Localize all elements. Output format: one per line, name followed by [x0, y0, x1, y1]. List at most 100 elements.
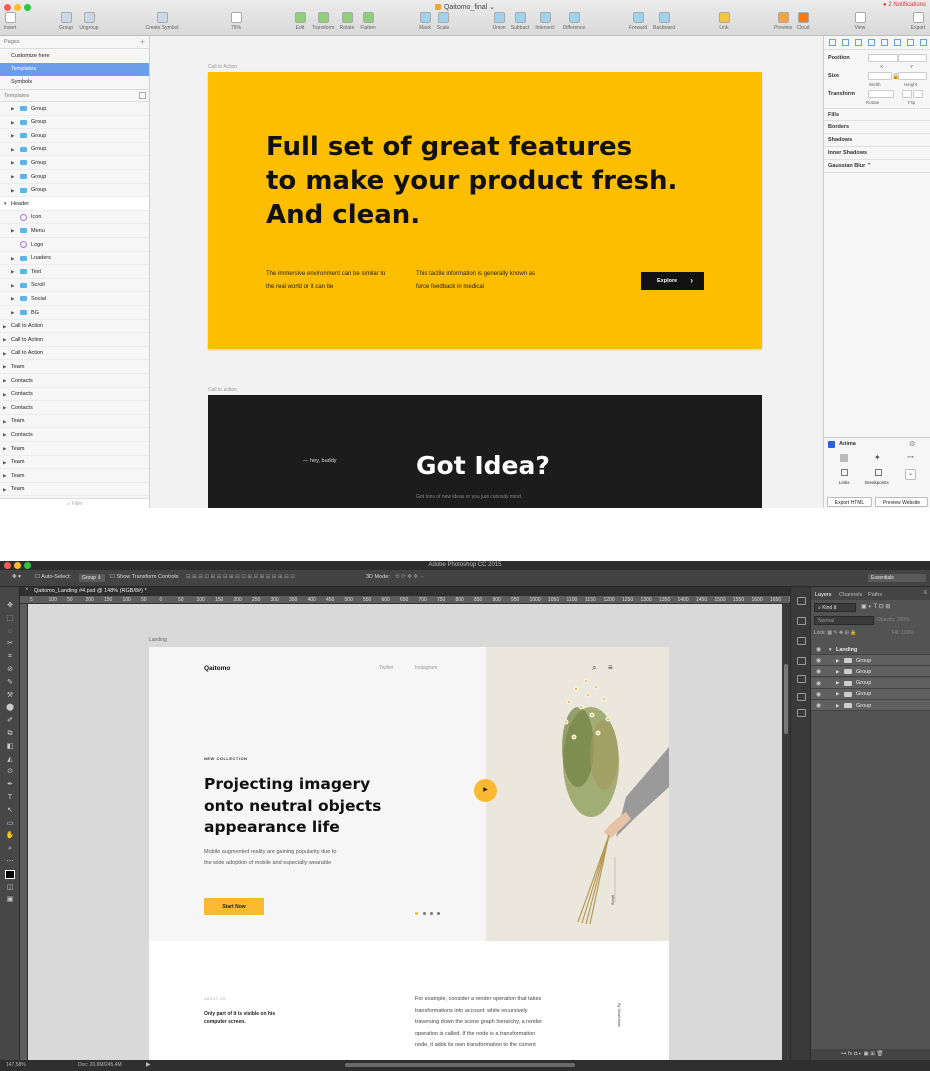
disclosure-triangle-icon[interactable]: ▶: [11, 147, 14, 153]
type-tool-icon[interactable]: T: [5, 793, 15, 802]
inner-shadows-section[interactable]: Inner Shadows: [824, 147, 930, 160]
visibility-eye-icon[interactable]: ◉: [816, 668, 821, 675]
layer-row[interactable]: ▶ Group: [0, 183, 149, 198]
disclosure-triangle-icon[interactable]: ▼: [828, 647, 832, 652]
artboard-label[interactable]: Call to action: [208, 387, 237, 393]
layer-row[interactable]: ▶ BG: [0, 306, 149, 320]
visibility-eye-icon[interactable]: ◉: [816, 680, 821, 687]
layer-row-group[interactable]: ◉ ▶ Group: [811, 700, 930, 711]
move-tool-icon[interactable]: ✥ ▾: [12, 574, 21, 580]
create-symbol-toolbar-button[interactable]: Create Symbol: [142, 12, 182, 31]
libraries-icon[interactable]: [797, 637, 806, 645]
layer-row[interactable]: ▶ Loaders: [0, 251, 149, 266]
link-toolbar-button[interactable]: Link: [704, 12, 744, 31]
scroll-label[interactable]: Scroll: [610, 895, 615, 905]
collapse-icon[interactable]: [139, 92, 146, 99]
layer-row-group[interactable]: ◉ ▶ Group: [811, 677, 930, 689]
properties-icon[interactable]: [797, 617, 806, 625]
disclosure-triangle-icon[interactable]: ▶: [11, 283, 14, 289]
ungroup-toolbar-button[interactable]: Ungroup: [69, 12, 109, 31]
layer-row[interactable]: ▶ Team: [0, 482, 149, 497]
zoom-tool-icon[interactable]: ⌕: [5, 844, 15, 853]
layer-row[interactable]: Icon: [0, 210, 149, 225]
minimize-window-button[interactable]: [14, 562, 21, 569]
gaussian-blur-section[interactable]: Gaussian Blur ⌃: [824, 160, 930, 173]
adjustments-icon[interactable]: [797, 657, 806, 665]
disclosure-triangle-icon[interactable]: ▶: [3, 405, 6, 411]
nav-twitter[interactable]: Twitter: [379, 665, 394, 671]
layer-row[interactable]: ▶ Scroll: [0, 278, 149, 293]
layer-row[interactable]: ▶ Contacts: [0, 428, 149, 442]
disclosure-triangle-icon[interactable]: ▶: [11, 310, 14, 316]
layer-row[interactable]: ▶ Team: [0, 442, 149, 456]
shape-tool-icon[interactable]: ▭: [5, 819, 15, 828]
horizontal-scroll-thumb[interactable]: [345, 1063, 575, 1067]
layer-row[interactable]: ▶ Social: [0, 292, 149, 306]
layer-row[interactable]: ▶ Contacts: [0, 387, 149, 402]
view-toolbar-button[interactable]: View: [840, 12, 880, 31]
disclosure-triangle-icon[interactable]: ▶: [836, 658, 839, 664]
eyedropper-tool-icon[interactable]: ⊘: [5, 665, 15, 674]
disclosure-triangle-icon[interactable]: ▶: [3, 351, 6, 357]
document-canvas[interactable]: Landing Qaitomo Twitter Instagram NEW CO…: [28, 604, 782, 1060]
expand-button[interactable]: ⌄: [905, 469, 916, 480]
disclosure-triangle-icon[interactable]: ▶: [11, 256, 14, 262]
history-brush-icon[interactable]: ✐: [5, 716, 15, 725]
page-item[interactable]: Symbols: [0, 76, 149, 89]
brush-icon[interactable]: [797, 675, 806, 683]
layer-row[interactable]: ▼ Header: [0, 197, 149, 211]
history-icon[interactable]: [797, 597, 806, 605]
layer-row[interactable]: ▶ Call to Action: [0, 319, 149, 334]
auto-select-dropdown[interactable]: Group ⇕: [79, 574, 105, 582]
path-select-icon[interactable]: ↖: [5, 806, 15, 815]
layer-row-group[interactable]: ◉ ▶ Group: [811, 655, 930, 667]
disclosure-triangle-icon[interactable]: ▶: [836, 669, 839, 675]
sketch-canvas[interactable]: Call to Action Full set of great feature…: [150, 36, 823, 508]
align-bottom-icon[interactable]: [894, 39, 901, 46]
disclosure-triangle-icon[interactable]: ▶: [11, 269, 14, 275]
document-tab[interactable]: × Qaitomo_Landing #4.psd @ 148% (RGB/8#)…: [20, 587, 790, 596]
brush-tool-icon[interactable]: ⚒: [5, 691, 15, 700]
layer-row[interactable]: ▶ Group: [0, 102, 149, 116]
kind-filter-dropdown[interactable]: ⌕ Kind ⇕: [814, 603, 856, 612]
disclosure-triangle-icon[interactable]: ▶: [3, 392, 6, 398]
layer-row[interactable]: ▶ Team: [0, 360, 149, 374]
stamp-tool-icon[interactable]: ⬤: [5, 703, 15, 712]
visibility-eye-icon[interactable]: ◉: [816, 691, 821, 698]
align-buttons[interactable]: ⊟ ⊞ ⊟ ⊡ ⊞ ⊟ ⊟ ⊞ ⊟ ⊡ ⊞ ⊟ ⊞ ⊟ ⊟ ⊞ ⊟ ⊡: [186, 574, 295, 580]
fills-section[interactable]: Fills: [824, 108, 930, 121]
disclosure-triangle-icon[interactable]: ▶: [3, 487, 6, 493]
blend-mode-dropdown[interactable]: Normal: [814, 616, 874, 625]
borders-section[interactable]: Borders: [824, 121, 930, 134]
rotate-field[interactable]: [868, 90, 894, 98]
disclosure-triangle-icon[interactable]: ▶: [3, 364, 6, 370]
align-right-icon[interactable]: [855, 39, 862, 46]
start-now-button[interactable]: Start Now: [204, 898, 264, 915]
tab-channels[interactable]: Channels: [839, 592, 862, 598]
shadows-section[interactable]: Shadows: [824, 134, 930, 147]
backward-toolbar-button[interactable]: Backward: [644, 12, 684, 31]
align-center-icon[interactable]: [842, 39, 849, 46]
disclosure-triangle-icon[interactable]: ▶: [3, 324, 6, 330]
x-field[interactable]: [868, 54, 898, 62]
disclosure-triangle-icon[interactable]: ▶: [3, 419, 6, 425]
show-transform-checkbox[interactable]: ☐ Show Transform Controls: [110, 574, 179, 580]
align-top-icon[interactable]: [868, 39, 875, 46]
distribute-icon[interactable]: [907, 39, 914, 46]
disclosure-triangle-icon[interactable]: ▶: [3, 460, 6, 466]
filter-icons[interactable]: ▣ ◐ T ⊡ ⊞: [861, 603, 890, 610]
tab-layers[interactable]: Layers: [815, 592, 832, 598]
healing-tool-icon[interactable]: ✎: [5, 678, 15, 687]
distribute-vertical-icon[interactable]: [920, 39, 927, 46]
add-page-icon[interactable]: +: [140, 37, 145, 47]
paragraph-icon[interactable]: [797, 709, 806, 717]
insert-toolbar-button[interactable]: Insert: [0, 12, 30, 31]
visibility-eye-icon[interactable]: ◉: [816, 646, 821, 653]
slider-dot[interactable]: [423, 912, 426, 915]
hand-tool-icon[interactable]: ✋: [5, 831, 15, 840]
difference-toolbar-button[interactable]: Difference: [554, 12, 594, 31]
explore-button[interactable]: Explore ›: [641, 272, 704, 290]
gradient-tool-icon[interactable]: ◧: [5, 742, 15, 751]
layer-row[interactable]: ▶ Group: [0, 156, 149, 170]
disclosure-triangle-icon[interactable]: ▶: [836, 680, 839, 686]
